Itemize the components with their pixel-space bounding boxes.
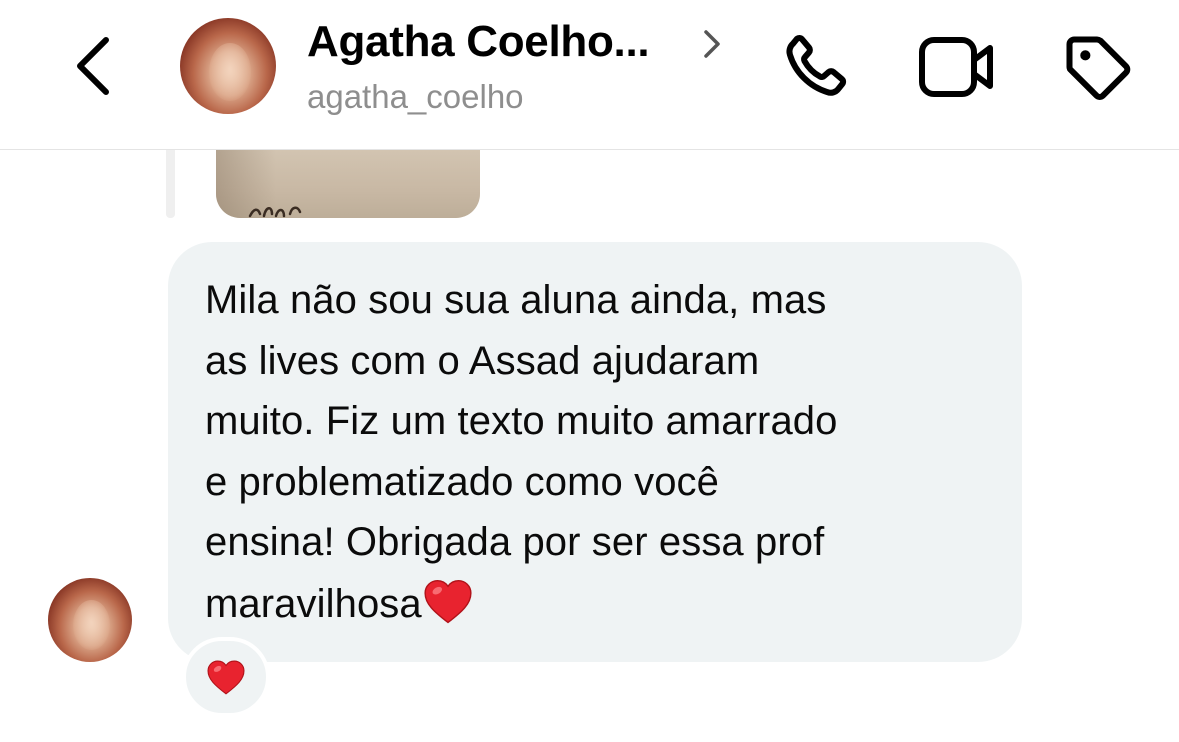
reply-thread-line	[166, 150, 175, 218]
tag-icon	[1066, 36, 1131, 100]
contact-avatar[interactable]	[180, 18, 276, 114]
message-body: Mila não sou sua aluna ainda, mas as liv…	[205, 278, 838, 626]
video-call-button[interactable]	[916, 34, 998, 100]
sender-avatar[interactable]	[48, 578, 132, 662]
contact-username[interactable]: agatha_coelho	[307, 78, 524, 116]
chevron-left-icon	[77, 37, 109, 95]
photo-content	[248, 206, 302, 218]
red-heart-icon	[207, 660, 245, 695]
message-text: Mila não sou sua aluna ainda, mas as liv…	[205, 270, 1005, 634]
chat-header: Agatha Coelho... agatha_coelho	[0, 0, 1179, 150]
contact-name[interactable]: Agatha Coelho...	[307, 17, 650, 67]
label-button[interactable]	[1060, 30, 1136, 106]
video-camera-icon	[919, 37, 993, 97]
phone-icon	[786, 34, 847, 96]
red-heart-icon	[424, 579, 472, 623]
shared-photo-thumbnail[interactable]	[216, 150, 480, 218]
chevron-right-icon[interactable]	[700, 28, 724, 60]
message-reaction[interactable]	[182, 637, 270, 717]
audio-call-button[interactable]	[776, 30, 852, 106]
back-button[interactable]	[68, 30, 124, 102]
